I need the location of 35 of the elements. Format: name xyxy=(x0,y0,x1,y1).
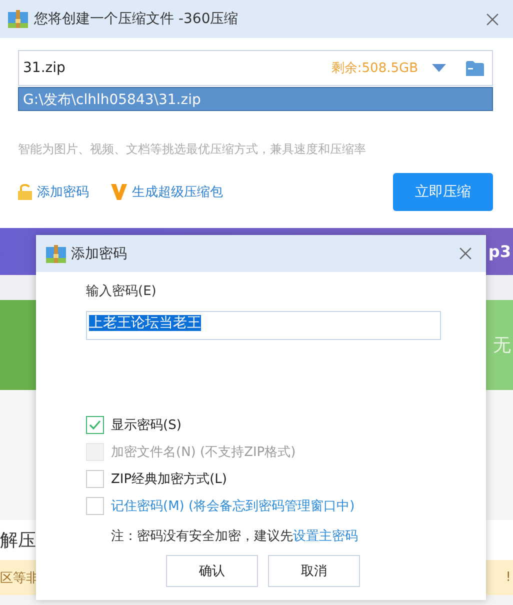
notice-text: ! xyxy=(506,570,511,585)
close-icon[interactable] xyxy=(459,247,472,260)
checkbox-label: ZIP经典加密方式(L) xyxy=(111,470,227,488)
caret-icon[interactable] xyxy=(432,64,446,72)
banner-text: 无 xyxy=(493,334,511,357)
folder-icon[interactable] xyxy=(466,60,484,76)
checkbox[interactable] xyxy=(86,496,104,514)
compress-button[interactable]: 立即压缩 xyxy=(393,173,493,211)
dialog-button[interactable]: 取消 xyxy=(268,555,360,587)
checkbox-label: 显示密码(S) xyxy=(111,416,182,434)
v-letter-icon xyxy=(111,184,127,200)
super-package-link[interactable]: 生成超级压缩包 xyxy=(111,183,223,201)
section-title: 解压 xyxy=(0,529,36,552)
banner-text: p3 xyxy=(488,242,511,261)
close-icon[interactable] xyxy=(486,12,499,26)
file-name-field[interactable]: 31.zip 剩余:508.5GB xyxy=(18,50,493,86)
path-suggestion-menu[interactable]: G:\发布\clhlh05843\31.zip xyxy=(18,87,493,111)
free-space-label: 剩余:508.5GB xyxy=(331,60,418,77)
checkbox[interactable] xyxy=(86,416,104,434)
archive-icon xyxy=(8,10,28,28)
password-field[interactable]: 上老王论坛当老王 xyxy=(86,311,441,340)
password-label: 输入密码(E) xyxy=(86,283,158,300)
checkbox-label[interactable]: 记住密码(M) (将会备忘到密码管理窗口中) xyxy=(111,496,355,514)
dialog-button[interactable]: 确认 xyxy=(166,555,258,587)
dialog-title: 添加密码 xyxy=(71,244,128,262)
checkmark-icon xyxy=(89,420,101,430)
master-password-link[interactable]: 设置主密码 xyxy=(293,527,358,545)
window-title: 您将创建一个压缩文件 -360压缩 xyxy=(34,10,240,28)
checkbox-label: 加密文件名(N) (不支持ZIP格式) xyxy=(111,444,296,460)
note-text: 注：密码没有安全加密，建议先 xyxy=(111,528,293,545)
archive-icon xyxy=(46,244,66,262)
checkbox[interactable] xyxy=(86,470,104,488)
padlock-icon xyxy=(18,184,32,200)
hint-text: 智能为图片、视频、文档等挑选最优压缩方式，兼具速度和压缩率 xyxy=(18,141,367,158)
add-password-link[interactable]: 添加密码 xyxy=(18,183,89,201)
